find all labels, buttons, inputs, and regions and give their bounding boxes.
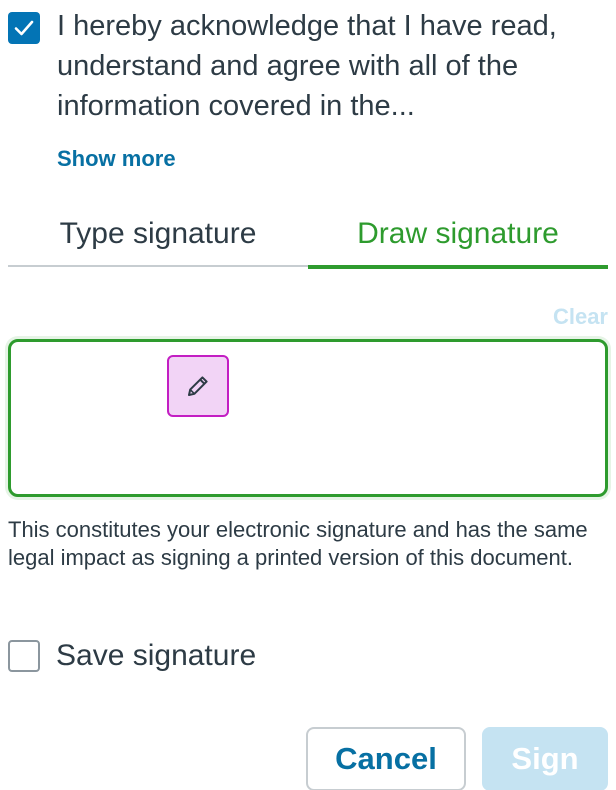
checkmark-icon	[14, 20, 34, 36]
save-signature-label[interactable]: Save signature	[56, 636, 256, 676]
acknowledgement-text: I hereby acknowledge that I have read, u…	[57, 10, 557, 122]
tab-draw-signature[interactable]: Draw signature	[308, 210, 608, 269]
cancel-button[interactable]: Cancel	[306, 727, 466, 790]
pencil-icon	[188, 376, 208, 396]
signature-dialog: I hereby acknowledge that I have read, u…	[0, 0, 616, 790]
clear-button[interactable]: Clear	[553, 304, 608, 330]
save-signature-checkbox[interactable]	[8, 640, 40, 672]
signature-tabs: Type signature Draw signature	[8, 210, 608, 270]
acknowledgement-checkbox[interactable]	[8, 12, 40, 44]
tab-type-signature[interactable]: Type signature	[8, 210, 308, 267]
show-more-link[interactable]: Show more	[57, 146, 176, 172]
sign-button[interactable]: Sign	[482, 727, 608, 790]
disclaimer-text: This constitutes your electronic signatu…	[8, 517, 588, 570]
pen-tool-button[interactable]	[167, 355, 229, 417]
signature-pad[interactable]	[8, 339, 608, 497]
